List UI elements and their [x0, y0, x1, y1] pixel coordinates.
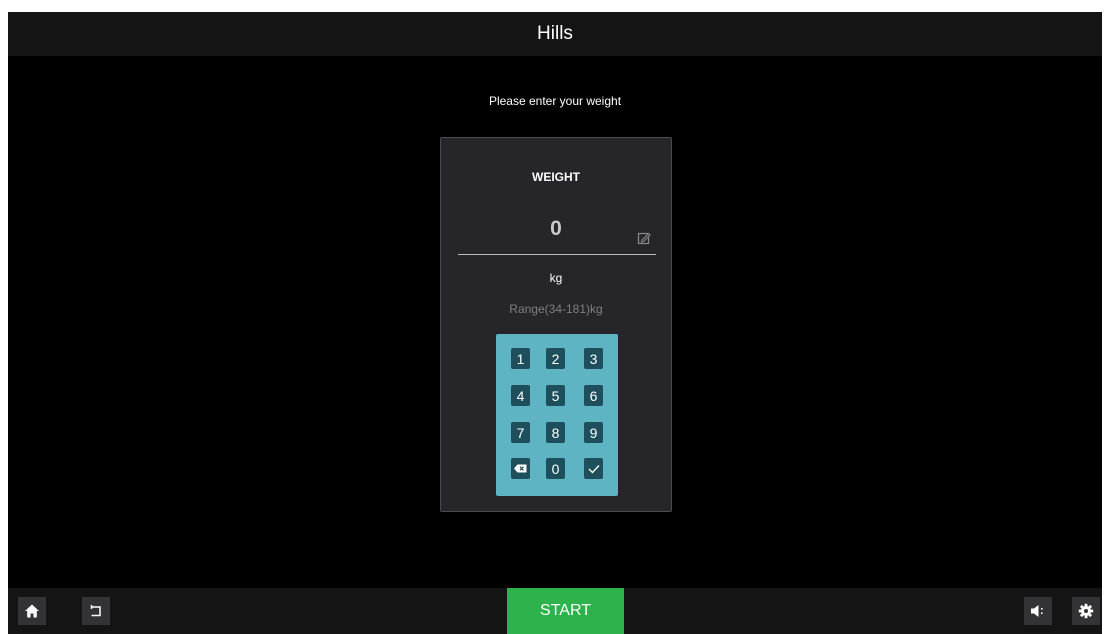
weight-card-title: WEIGHT [532, 170, 580, 184]
key-4[interactable]: 4 [511, 385, 530, 406]
key-1[interactable]: 1 [511, 348, 530, 369]
weight-card: WEIGHT 0 kg Range(34-181)kg 1 2 3 4 5 6 … [440, 137, 672, 512]
key-7[interactable]: 7 [511, 422, 530, 443]
bottom-bar: START [8, 588, 1102, 634]
page-title: Hills [537, 23, 573, 44]
settings-button[interactable] [1072, 597, 1100, 625]
key-9[interactable]: 9 [584, 422, 603, 443]
key-2[interactable]: 2 [546, 348, 565, 369]
weight-unit: kg [549, 271, 563, 285]
app-screen: Hills Please enter your weight WEIGHT 0 … [8, 12, 1102, 634]
backspace-key[interactable] [511, 458, 530, 479]
home-icon [25, 604, 39, 618]
key-3[interactable]: 3 [584, 348, 603, 369]
weight-input-underline [458, 254, 656, 255]
volume-button[interactable] [1024, 597, 1052, 625]
numeric-keypad: 1 2 3 4 5 6 7 8 9 0 [496, 334, 618, 496]
home-button[interactable] [18, 597, 46, 625]
start-button[interactable]: START [507, 588, 624, 634]
key-0[interactable]: 0 [546, 458, 565, 479]
back-button[interactable] [82, 597, 110, 625]
check-icon [588, 464, 600, 474]
key-8[interactable]: 8 [546, 422, 565, 443]
back-icon [90, 605, 101, 617]
title-bar: Hills [8, 12, 1102, 56]
weight-prompt: Please enter your weight [488, 94, 622, 108]
weight-range: Range(34-181)kg [509, 302, 603, 316]
key-6[interactable]: 6 [584, 385, 603, 406]
edit-icon[interactable] [637, 231, 651, 245]
confirm-key[interactable] [584, 458, 603, 479]
key-5[interactable]: 5 [546, 385, 565, 406]
gear-icon [1078, 603, 1094, 619]
backspace-icon [514, 464, 527, 473]
volume-icon [1031, 605, 1043, 617]
